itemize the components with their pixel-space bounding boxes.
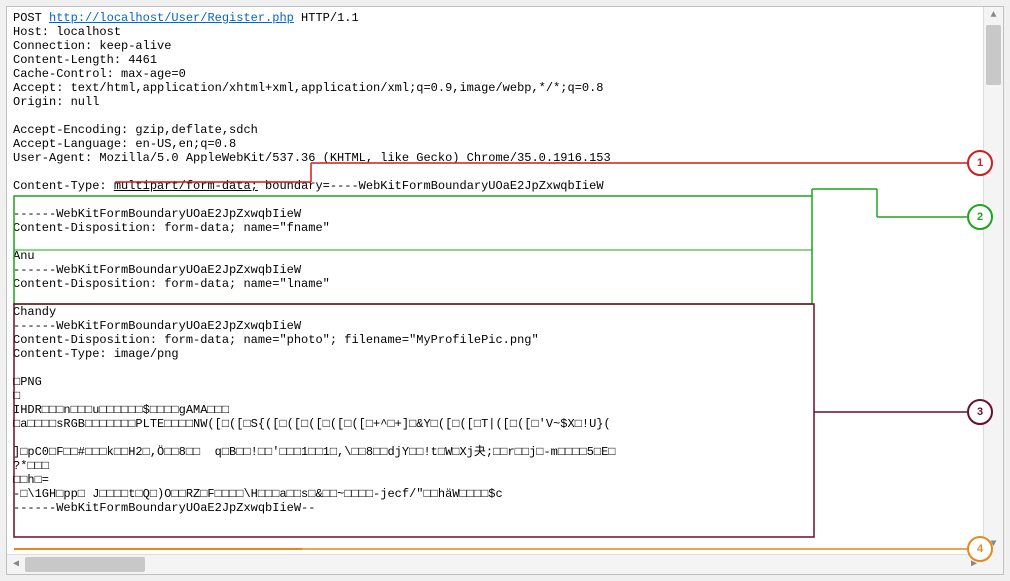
request-url-link[interactable]: http://localhost/User/Register.php: [49, 11, 294, 25]
png-binary-line: IHDR□□□n□□□u□□□□□□$□□□□gAMA□□□: [13, 403, 977, 417]
content-disposition-photo: Content-Disposition: form-data; name="ph…: [13, 333, 977, 347]
hscroll-thumb[interactable]: [25, 557, 145, 572]
boundary-line: ------WebKitFormBoundaryUOaE2JpZxwqbIieW: [13, 207, 977, 221]
png-binary-line: □a□□□□sRGB□□□□□□□PLTE□□□□NW([□([□S{([□([…: [13, 417, 977, 431]
http-request-panel: POST http://localhost/User/Register.php …: [6, 6, 1004, 575]
boundary-end-line: ------WebKitFormBoundaryUOaE2JpZxwqbIieW…: [13, 501, 977, 515]
header-content-length: Content-Length: 4461: [13, 53, 977, 67]
header-accept: Accept: text/html,application/xhtml+xml,…: [13, 81, 977, 95]
header-cache-control: Cache-Control: max-age=0: [13, 67, 977, 81]
png-binary-line: -□\1GH□pp□ J□□□□t□Q□)O□□RZ□F□□□□\H□□□a□□…: [13, 487, 977, 501]
header-host: Host: localhost: [13, 25, 977, 39]
vscroll-track[interactable]: [984, 25, 1003, 536]
blank-line: [13, 235, 977, 249]
blank-line: [13, 431, 977, 445]
fname-value: Anu: [13, 249, 977, 263]
png-binary-line: ?*□□□: [13, 459, 977, 473]
png-binary-line: □: [13, 389, 977, 403]
scroll-left-arrow-icon[interactable]: ◀: [7, 555, 25, 574]
header-origin: Origin: null: [13, 95, 977, 109]
blank-line: [13, 193, 977, 207]
scrollbar-corner: [983, 554, 1003, 574]
png-binary-line: □PNG: [13, 375, 977, 389]
vertical-scrollbar[interactable]: ▲ ▼: [983, 7, 1003, 554]
content-disposition-fname: Content-Disposition: form-data; name="fn…: [13, 221, 977, 235]
horizontal-scrollbar[interactable]: ◀ ▶: [7, 554, 983, 574]
scroll-up-arrow-icon[interactable]: ▲: [984, 7, 1003, 25]
content-pane[interactable]: POST http://localhost/User/Register.php …: [7, 7, 983, 554]
png-binary-line: □□h□=: [13, 473, 977, 487]
header-connection: Connection: keep-alive: [13, 39, 977, 53]
header-content-type: Content-Type: multipart/form-data; bound…: [13, 179, 977, 193]
boundary-line: ------WebKitFormBoundaryUOaE2JpZxwqbIieW: [13, 319, 977, 333]
header-accept-language: Accept-Language: en-US,en;q=0.8: [13, 137, 977, 151]
header-user-agent: User-Agent: Mozilla/5.0 AppleWebKit/537.…: [13, 151, 977, 165]
header-accept-encoding: Accept-Encoding: gzip,deflate,sdch: [13, 123, 977, 137]
blank-line: [13, 361, 977, 375]
png-binary-line: ]□pC0□F□□#□□□k□□H2□,Ö□□8□□ q□B□□!□□'□□□1…: [13, 445, 977, 459]
vscroll-thumb[interactable]: [986, 25, 1001, 85]
hscroll-track[interactable]: [25, 555, 965, 574]
scroll-right-arrow-icon[interactable]: ▶: [965, 555, 983, 574]
request-line: POST http://localhost/User/Register.php …: [13, 11, 977, 25]
content-type-photo: Content-Type: image/png: [13, 347, 977, 361]
lname-value: Chandy: [13, 305, 977, 319]
scroll-down-arrow-icon[interactable]: ▼: [984, 536, 1003, 554]
content-type-value: multipart/form-data;: [114, 179, 258, 193]
blank-line: [13, 165, 977, 179]
blank-line: [13, 109, 977, 123]
content-disposition-lname: Content-Disposition: form-data; name="ln…: [13, 277, 977, 291]
boundary-line: ------WebKitFormBoundaryUOaE2JpZxwqbIieW: [13, 263, 977, 277]
blank-line: [13, 291, 977, 305]
